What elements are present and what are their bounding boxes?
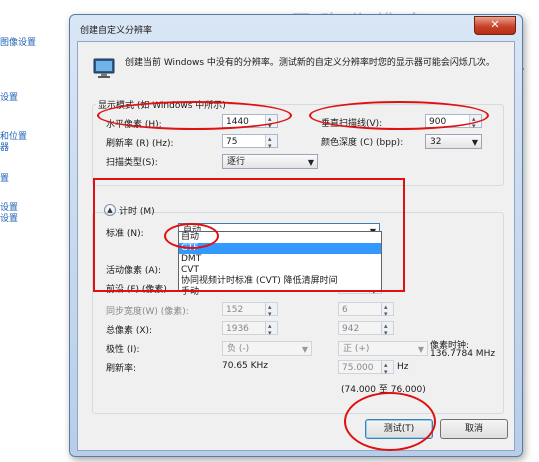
sync-width-v-value: 6 bbox=[342, 305, 348, 315]
annotation-ellipse-gtf bbox=[164, 223, 219, 249]
bg-link-settings-3[interactable]: 设置 bbox=[0, 203, 18, 214]
total-pixels-h-value: 1936 bbox=[226, 324, 249, 334]
timing-refresh-v-value: 75.000 bbox=[342, 363, 374, 373]
refresh-rate-value: 75 bbox=[226, 137, 238, 147]
scan-type-select[interactable]: 逐行 ▼ bbox=[222, 154, 318, 169]
polarity-v-value: 正 (+) bbox=[343, 344, 370, 354]
bg-link-settings-1[interactable]: 设置 bbox=[0, 93, 18, 104]
scan-type-label: 扫描类型(S): bbox=[106, 158, 158, 168]
refresh-rate-spinbox[interactable]: 75 bbox=[222, 132, 278, 153]
pixel-clock-value: 136.7784 MHz bbox=[430, 349, 496, 359]
total-pixels-v-spinbox: 942 bbox=[338, 319, 394, 340]
bg-link-settings-4[interactable]: 设置 bbox=[0, 214, 18, 225]
timing-refresh-unit: Hz bbox=[397, 362, 409, 372]
polarity-h-value: 负 (-) bbox=[227, 344, 250, 354]
cancel-button[interactable]: 取消 bbox=[440, 419, 508, 439]
sync-width-h-spinbox: 152 bbox=[222, 300, 278, 321]
refresh-rate-spin-arrows[interactable] bbox=[265, 132, 277, 153]
annotation-ellipse-test-button bbox=[344, 392, 436, 451]
polarity-h-select: 负 (-) ▼ bbox=[222, 341, 312, 356]
total-pixels-v-value: 942 bbox=[342, 324, 360, 334]
dialog-titlebar[interactable]: 创建自定义分辨率 ✕ bbox=[70, 15, 522, 41]
timing-refresh-v-spinbox: 75.000 bbox=[338, 358, 394, 379]
annotation-ellipse-v-scanlines bbox=[309, 101, 489, 130]
bg-link-device[interactable]: 器 bbox=[0, 143, 9, 154]
sync-width-label: 同步宽度(W) (像素): bbox=[106, 307, 189, 317]
intro-text: 创建当前 Windows 中没有的分辨率。测试新的自定义分辨率时您的显示器可能会… bbox=[125, 58, 495, 68]
background-panel: 图像设置 设置 和位置 器 置 设置 设置 bbox=[0, 0, 58, 462]
close-icon: ✕ bbox=[490, 18, 500, 31]
dialog-title: 创建自定义分辨率 bbox=[80, 26, 153, 36]
annotation-ellipse-h-pixels bbox=[97, 101, 292, 130]
timing-refresh-label: 刷新率: bbox=[106, 364, 137, 374]
color-depth-select[interactable]: 32 ▼ bbox=[425, 134, 482, 149]
annotation-rect-timing bbox=[93, 178, 405, 292]
color-depth-value: 32 bbox=[430, 137, 442, 147]
sync-width-v-spinbox: 6 bbox=[338, 300, 394, 321]
timing-refresh-h-value: 70.65 KHz bbox=[222, 361, 269, 371]
chevron-down-icon: ▼ bbox=[307, 158, 314, 167]
total-pixels-label: 总像素 (X): bbox=[106, 326, 153, 336]
chevron-down-icon: ▼ bbox=[301, 345, 308, 354]
chevron-down-icon: ▼ bbox=[471, 138, 478, 147]
scan-type-value: 逐行 bbox=[227, 157, 246, 167]
polarity-label: 极性 (I): bbox=[106, 345, 140, 355]
color-depth-label: 颜色深度 (C) (bpp): bbox=[321, 138, 404, 148]
bg-link-image-settings[interactable]: 图像设置 bbox=[0, 38, 36, 49]
total-pixels-h-spinbox: 1936 bbox=[222, 319, 278, 340]
refresh-rate-label: 刷新率 (R) (Hz): bbox=[106, 139, 174, 149]
monitor-icon bbox=[93, 58, 115, 78]
chevron-down-icon: ▼ bbox=[417, 345, 424, 354]
sync-width-h-value: 152 bbox=[226, 305, 244, 315]
polarity-v-select: 正 (+) ▼ bbox=[338, 341, 428, 356]
bg-link-settings-2[interactable]: 置 bbox=[0, 174, 9, 185]
close-button[interactable]: ✕ bbox=[474, 16, 516, 35]
bg-link-position[interactable]: 和位置 bbox=[0, 132, 27, 143]
